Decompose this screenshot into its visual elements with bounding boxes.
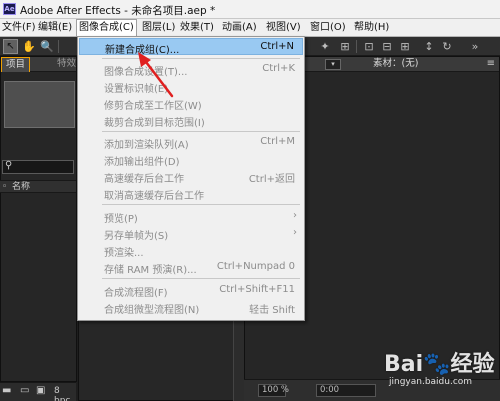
annotation-arrow xyxy=(138,52,174,98)
watermark-url: jingyan.baidu.com xyxy=(389,377,473,387)
baidu-jingyan-watermark-logo: Bai🐾经验 xyxy=(384,352,495,377)
